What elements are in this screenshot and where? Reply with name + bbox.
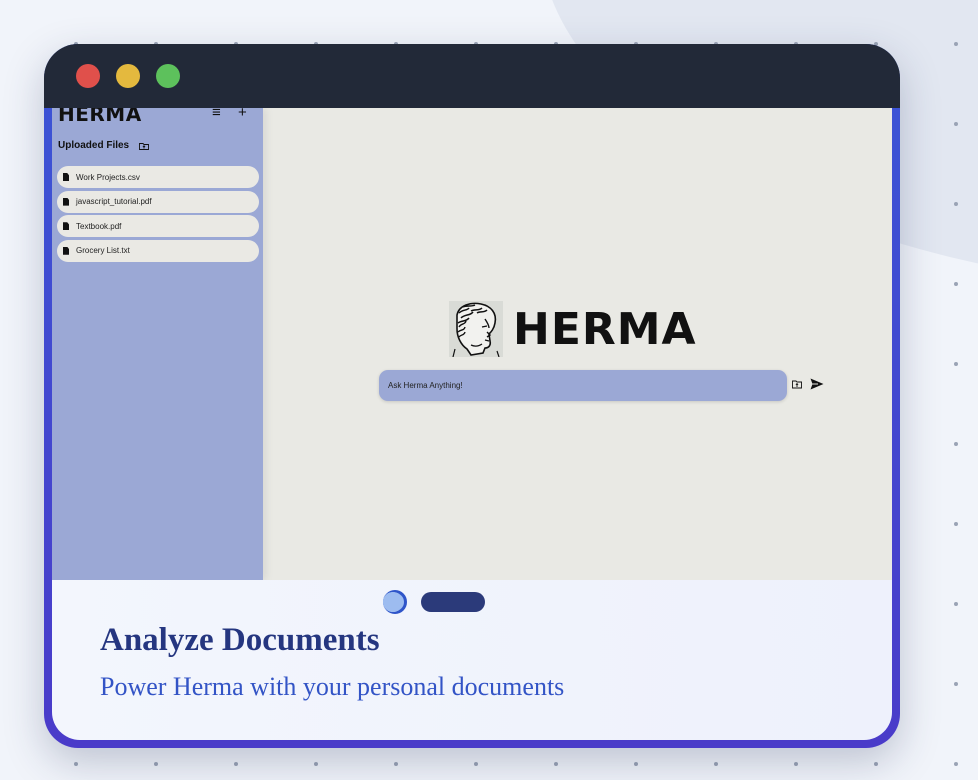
file-item[interactable]: Work Projects.csv (57, 166, 259, 188)
document-icon (63, 197, 69, 206)
background-dot (154, 762, 158, 766)
background-dot (954, 42, 958, 46)
file-name: javascript_tutorial.pdf (76, 197, 152, 207)
upload-file-icon[interactable] (792, 379, 802, 389)
slide-subtitle: Power Herma with your personal documents (100, 672, 565, 701)
send-icon[interactable] (810, 378, 824, 390)
carousel-dot-4[interactable] (383, 592, 403, 612)
close-window-button[interactable] (76, 64, 100, 88)
slide-caption: Analyze Documents Power Herma with your … (52, 580, 892, 740)
file-name: Grocery List.txt (76, 246, 130, 256)
document-icon (63, 246, 69, 255)
background-dot (394, 762, 398, 766)
background-dot (954, 122, 958, 126)
file-name: Work Projects.csv (76, 172, 140, 182)
background-dot (714, 762, 718, 766)
background-dot (954, 282, 958, 286)
background-dot (874, 762, 878, 766)
window-titlebar (44, 44, 900, 108)
sidebar: HERMA ≡ + Uploaded Files Work Projects.c… (52, 108, 263, 580)
app-screenshot: HERMA ≡ + Uploaded Files Work Projects.c… (52, 108, 892, 580)
document-icon (63, 173, 69, 181)
greek-bust-icon (449, 301, 503, 357)
background-dot (954, 762, 958, 766)
uploaded-files-heading: Uploaded Files (58, 140, 130, 151)
minimize-window-button[interactable] (116, 64, 140, 88)
background-dot (314, 762, 318, 766)
background-dot (74, 762, 78, 766)
background-dot (954, 362, 958, 366)
background-dot (954, 202, 958, 206)
background-dot (794, 762, 798, 766)
herma-logo: HERMA (449, 300, 711, 358)
maximize-window-button[interactable] (156, 64, 180, 88)
background-dot (954, 522, 958, 526)
background-dot (954, 682, 958, 686)
file-item[interactable]: Textbook.pdf (57, 215, 259, 238)
document-icon (63, 222, 69, 231)
hamburger-icon[interactable]: ≡ (212, 108, 221, 121)
background-dot (554, 762, 558, 766)
ask-input[interactable] (379, 370, 787, 401)
folder-upload-icon[interactable] (139, 142, 150, 150)
file-name: Textbook.pdf (76, 221, 122, 231)
app-title: HERMA (513, 303, 697, 355)
background-dot (954, 602, 958, 606)
background-dot (954, 442, 958, 446)
plus-icon[interactable]: + (238, 108, 247, 121)
sidebar-logo[interactable]: HERMA (58, 108, 142, 126)
file-item[interactable]: javascript_tutorial.pdf (57, 190, 259, 213)
background-dot (234, 762, 238, 766)
slide-title: Analyze Documents (100, 622, 380, 658)
carousel-dot-2[interactable] (421, 592, 485, 612)
uploaded-files-header: Uploaded Files (58, 140, 150, 151)
background-dot (634, 762, 638, 766)
device-frame: HERMA ≡ + Uploaded Files Work Projects.c… (44, 44, 900, 748)
background-dot (474, 762, 478, 766)
carousel-pagination (383, 590, 501, 614)
file-item[interactable]: Grocery List.txt (57, 239, 259, 262)
uploaded-files-list: Work Projects.csv javascript_tutorial.pd… (57, 166, 259, 264)
